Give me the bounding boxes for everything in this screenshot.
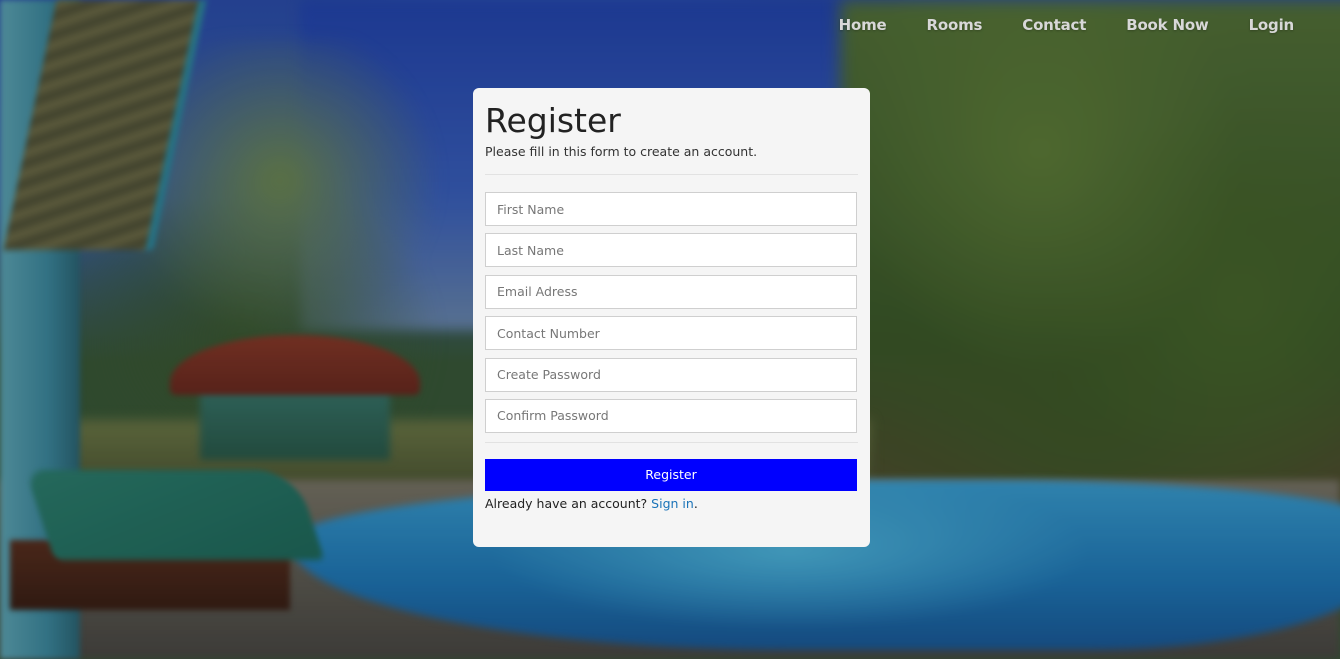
top-nav: Home Rooms Contact Book Now Login: [839, 16, 1295, 34]
nav-home-link[interactable]: Home: [839, 16, 887, 34]
form-subtitle: Please fill in this form to create an ac…: [485, 144, 758, 159]
signin-suffix: .: [693, 495, 698, 511]
first-name-input[interactable]: [485, 192, 857, 226]
create-password-input[interactable]: [485, 357, 857, 392]
divider: [485, 441, 858, 443]
last-name-input[interactable]: [485, 233, 857, 268]
confirm-password-input[interactable]: [485, 398, 857, 433]
email-input[interactable]: [485, 274, 857, 309]
form-title: Register: [485, 101, 621, 140]
signin-prompt: Already have an account?: [485, 495, 648, 511]
nav-rooms-link[interactable]: Rooms: [927, 16, 983, 34]
register-form: Register Please fill in this form to cre…: [473, 88, 870, 547]
signin-line: Already have an account? Sign in.: [485, 496, 858, 511]
contact-number-input[interactable]: [485, 316, 857, 351]
nav-book-now-link[interactable]: Book Now: [1126, 16, 1209, 34]
signin-link[interactable]: Sign in: [651, 496, 694, 511]
divider: [485, 174, 858, 175]
nav-contact-link[interactable]: Contact: [1022, 16, 1086, 34]
nav-login-link[interactable]: Login: [1249, 16, 1295, 34]
register-button[interactable]: Register: [485, 458, 857, 491]
